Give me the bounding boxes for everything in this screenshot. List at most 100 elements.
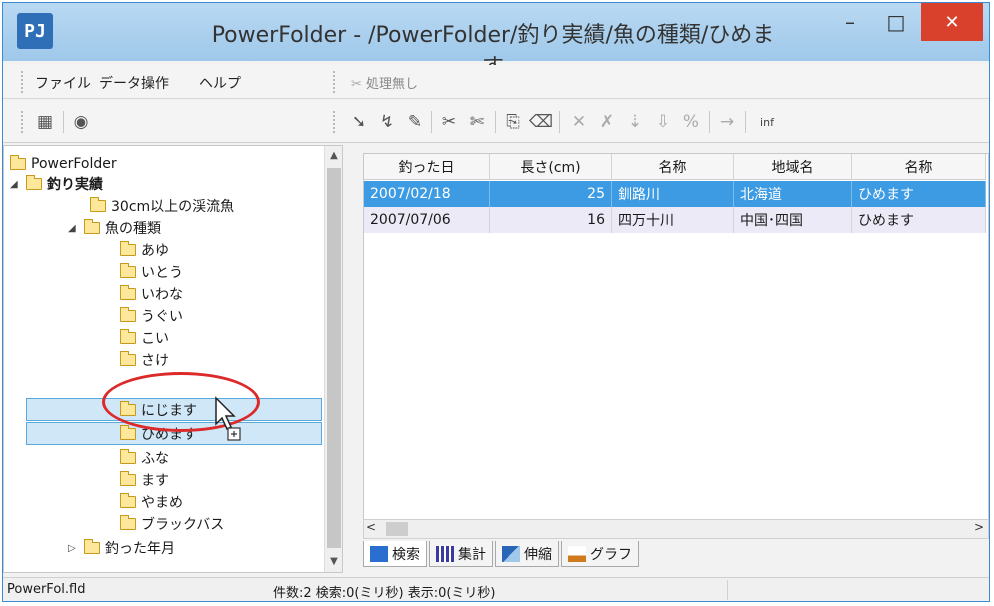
search-tab-icon [370, 545, 388, 562]
dig-icon[interactable]: ↯ [375, 111, 399, 133]
scroll-left-icon[interactable]: < [366, 520, 376, 534]
status-file-name: PowerFol.fld [7, 582, 86, 597]
scroll-up-icon[interactable]: ▲ [325, 146, 343, 164]
arrow-icon[interactable]: ➘ [347, 111, 371, 133]
folder-icon [120, 515, 136, 530]
toolbar-separator [63, 111, 64, 133]
cell-river: 四万十川 [612, 207, 734, 233]
tree-item-fishing-month[interactable]: ▷ 釣った年月 [68, 538, 175, 558]
title-bar[interactable]: PJ PowerFolder - /PowerFolder/釣り実績/魚の種類/… [3, 3, 989, 80]
info-icon[interactable]: inf [755, 111, 779, 133]
maximize-button[interactable]: □ [873, 3, 919, 41]
tree-vertical-scrollbar[interactable]: ▲ ▼ [324, 146, 342, 572]
toolbar: ▦ ◉ ➘ ↯ ✎ ✂ ✄ ⎘ ⌫ ✕ ✗ ⇣ ⇩ % → inf [3, 101, 989, 143]
column-header-fish[interactable]: 名称 [852, 154, 986, 180]
tree-item-ugui[interactable]: うぐい [120, 306, 183, 326]
scissors-icon[interactable]: ✄ [465, 111, 489, 133]
tree-item-yamame[interactable]: やまめ [120, 492, 183, 512]
menu-file[interactable]: ファイル [35, 73, 91, 93]
toolbar-grip-right[interactable] [333, 111, 335, 133]
menu-bar: ファイル データ操作 ヘルプ ✂ 処理無し [3, 65, 989, 99]
cell-region: 中国･四国 [734, 207, 852, 233]
app-logo-icon: PJ [17, 13, 53, 49]
toolbar-separator [431, 111, 432, 133]
app-window: PJ PowerFolder - /PowerFolder/釣り実績/魚の種類/… [2, 2, 990, 602]
tree-item-blackbass[interactable]: ブラックバス [120, 514, 224, 534]
scroll-right-icon[interactable]: > [974, 520, 984, 534]
cell-river: 釧路川 [612, 181, 734, 207]
grid-scroll-thumb[interactable] [386, 522, 408, 536]
percent-icon[interactable]: % [679, 111, 703, 133]
down-icon[interactable]: ⇣ [623, 111, 647, 133]
tree-item-label: ふな [141, 451, 169, 467]
paste-icon[interactable]: ⇩ [651, 111, 675, 133]
folder-icon [84, 219, 100, 234]
tab-graph[interactable]: グラフ [561, 541, 639, 567]
tree-item-label: いわな [141, 287, 183, 303]
collapse-icon[interactable]: ◢ [68, 223, 80, 234]
records-grid[interactable]: 釣った日 長さ(cm) 名称 地域名 名称 2007/02/18 25 釧路川 … [363, 153, 989, 539]
tree-item-ito[interactable]: いとう [120, 262, 183, 282]
table-row[interactable]: 2007/02/18 25 釧路川 北海道 ひめます [364, 181, 986, 207]
folder-icon [120, 285, 136, 300]
tree-item-label: 30cm以上の渓流魚 [111, 199, 235, 215]
folder-tree[interactable]: PowerFolder ◢ 釣り実績 30cm以上の渓流魚 ◢ 魚の種類 あゆ … [3, 145, 343, 573]
close-button[interactable]: ✕ [921, 3, 983, 41]
tree-item-funa[interactable]: ふな [120, 448, 169, 468]
minimize-button[interactable]: – [827, 3, 873, 41]
tree-item-ayu[interactable]: あゆ [120, 240, 169, 260]
tree-item-fish-types[interactable]: ◢ 魚の種類 [68, 218, 161, 238]
scroll-down-icon[interactable]: ▼ [325, 552, 343, 570]
menu-grip[interactable] [21, 71, 23, 93]
grid-horizontal-scrollbar[interactable]: < > [363, 519, 989, 539]
folder-icon [120, 307, 136, 322]
status-grip[interactable] [333, 71, 335, 93]
tree-item-koi[interactable]: こい [120, 328, 169, 348]
tab-label: 検索 [392, 546, 420, 563]
edit-icon[interactable]: ✎ [403, 111, 427, 133]
column-header-date[interactable]: 釣った日 [364, 154, 490, 180]
collapse-icon[interactable]: ◢ [10, 179, 22, 190]
tab-summary[interactable]: 集計 [429, 541, 493, 567]
xx-icon[interactable]: ✗ [595, 111, 619, 133]
folder-icon [120, 449, 136, 464]
toolbar-grip-left[interactable] [21, 111, 23, 133]
cut-icon[interactable]: ✂ [437, 111, 461, 133]
tab-stretch[interactable]: 伸縮 [495, 541, 559, 567]
eye-icon[interactable]: ◉ [69, 111, 93, 133]
column-header-river[interactable]: 名称 [612, 154, 734, 180]
process-icon: ✂ [351, 77, 362, 92]
table-icon[interactable]: ▦ [33, 111, 57, 133]
tree-item-masu[interactable]: ます [120, 470, 169, 490]
tree-item-fishing-results[interactable]: ◢ 釣り実績 [10, 174, 103, 194]
column-header-length[interactable]: 長さ(cm) [490, 154, 612, 180]
menu-data-operations[interactable]: データ操作 [99, 73, 169, 93]
tree-item-iwana[interactable]: いわな [120, 284, 183, 304]
summary-tab-icon [436, 545, 454, 562]
tab-search[interactable]: 検索 [363, 541, 427, 567]
html-icon[interactable]: ⌫ [529, 111, 553, 133]
tree-item-label: こい [141, 331, 169, 347]
tree-item-label: 魚の種類 [105, 221, 161, 237]
copy-icon[interactable]: ⎘ [501, 111, 525, 133]
menu-help[interactable]: ヘルプ [199, 73, 241, 93]
toolbar-separator [559, 111, 560, 133]
tree-item-label: いとう [141, 265, 183, 281]
folder-icon [90, 197, 106, 212]
tree-scroll-thumb[interactable] [327, 168, 341, 548]
tree-item-powerfolder[interactable]: PowerFolder [10, 154, 117, 174]
arrow-right-icon[interactable]: → [715, 111, 739, 133]
folder-icon [120, 493, 136, 508]
tree-item-30cm-fish[interactable]: 30cm以上の渓流魚 [90, 196, 234, 216]
tree-item-sake[interactable]: さけ [120, 350, 169, 370]
tree-item-label: ブラックバス [141, 517, 225, 533]
folder-icon [120, 241, 136, 256]
column-header-region[interactable]: 地域名 [734, 154, 852, 180]
x-icon[interactable]: ✕ [567, 111, 591, 133]
process-status-label: 処理無し [366, 77, 419, 92]
table-row[interactable]: 2007/07/06 16 四万十川 中国･四国 ひめます [364, 207, 986, 233]
toolbar-separator [745, 111, 746, 133]
tab-label: 集計 [458, 546, 486, 563]
cell-fish: ひめます [852, 207, 986, 233]
expand-icon[interactable]: ▷ [68, 543, 80, 554]
